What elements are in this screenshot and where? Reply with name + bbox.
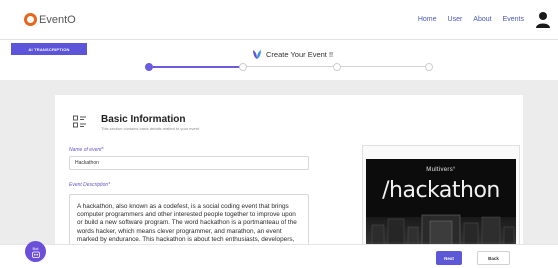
robot-icon	[31, 251, 40, 258]
step-connector	[153, 66, 241, 68]
chatbot-button[interactable]: Bot	[25, 241, 46, 262]
page-title-text: Create Your Event !!	[266, 50, 334, 59]
nav-links: Home User About Events	[418, 16, 524, 23]
leaf-icon	[253, 50, 261, 59]
event-name-label: Name of event*	[69, 147, 104, 153]
step-connector	[341, 66, 429, 67]
basic-info-card: Basic Information This section contains …	[55, 95, 523, 268]
back-button[interactable]: Back	[477, 251, 510, 265]
top-navbar: EventO Home User About Events	[0, 0, 558, 40]
step-1	[145, 63, 153, 71]
app-name: EventO	[39, 13, 76, 26]
user-icon[interactable]	[535, 11, 551, 28]
form-footer	[0, 244, 558, 268]
nav-link-user[interactable]: User	[448, 16, 463, 23]
next-button[interactable]: Next	[436, 251, 462, 265]
list-icon	[73, 115, 86, 128]
nav-link-about[interactable]: About	[473, 16, 491, 23]
nav-link-events[interactable]: Events	[503, 16, 524, 23]
city-skyline-graphic	[366, 214, 516, 255]
event-image: Multivers° /hackathon	[366, 159, 516, 255]
nav-link-home[interactable]: Home	[418, 16, 437, 23]
logo-mark-icon	[24, 13, 37, 26]
event-image-title: /hackathon	[382, 178, 500, 203]
app-logo[interactable]: EventO	[24, 13, 76, 26]
section-title: Basic Information	[101, 114, 186, 125]
event-description-label: Event Description*	[69, 182, 111, 188]
ai-transcription-button[interactable]: AI TRANSCRIPTION	[11, 43, 87, 55]
step-3	[333, 63, 341, 71]
step-connector	[247, 66, 335, 67]
step-2	[239, 63, 247, 71]
event-name-input[interactable]: Hackathon	[69, 156, 309, 170]
progress-stepper	[145, 63, 433, 71]
step-4	[425, 63, 433, 71]
event-image-brand: Multivers°	[426, 167, 456, 173]
section-subtitle: This section contains basic details real…	[101, 126, 200, 131]
page-title: Create Your Event !!	[252, 49, 333, 60]
